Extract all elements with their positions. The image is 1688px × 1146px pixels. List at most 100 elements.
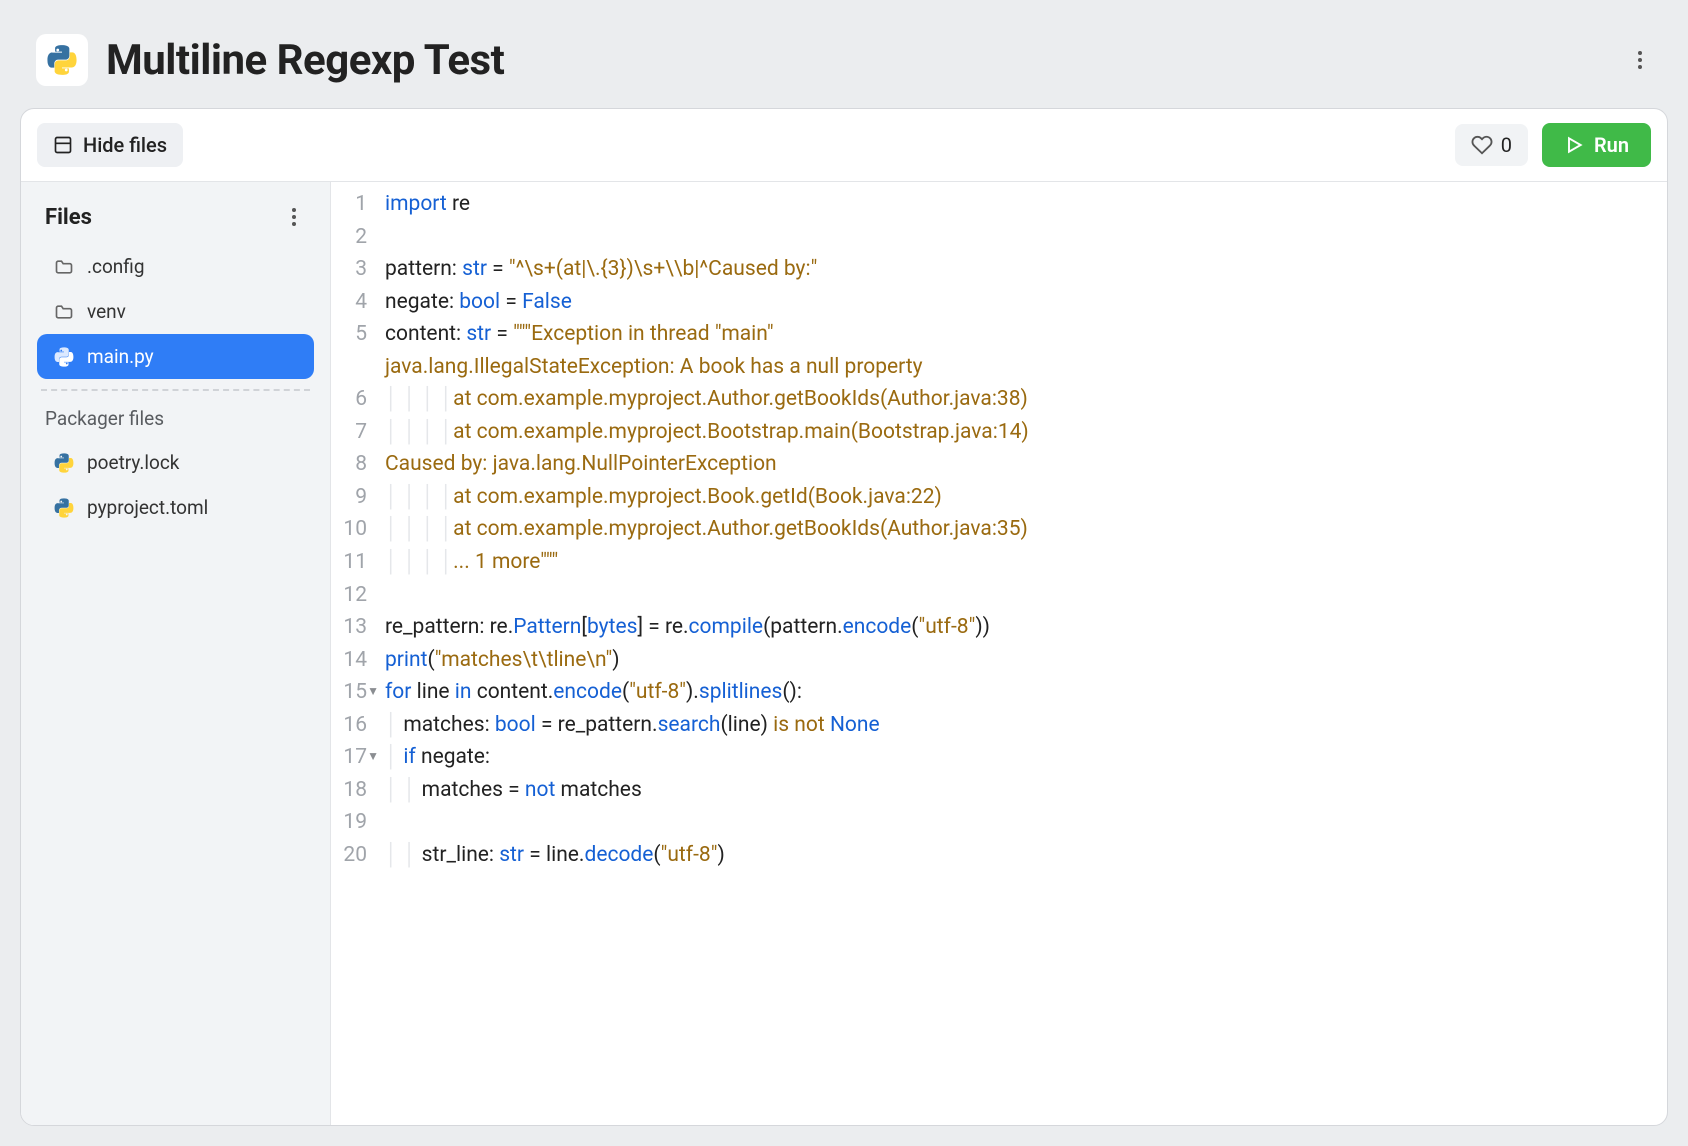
python-icon — [53, 346, 75, 368]
line-number: 17▼ — [331, 741, 377, 774]
hide-files-label: Hide files — [83, 133, 167, 157]
code-line: 3 pattern: str = "^\s+(at|\.{3})\s+\\b|^… — [331, 253, 1667, 286]
code-line: java.lang.IllegalStateException: A book … — [331, 351, 1667, 384]
code-text[interactable]: │ if negate: — [377, 741, 490, 774]
main-split: Files .config venv main.py Packager file… — [21, 181, 1667, 1125]
header: Multiline Regexp Test — [20, 20, 1668, 108]
line-number — [331, 351, 377, 384]
like-count: 0 — [1501, 133, 1512, 157]
page-title: Multiline Regexp Test — [106, 36, 504, 85]
run-button[interactable]: Run — [1542, 123, 1651, 167]
code-line: 7 │ │ │ │at com.example.myproject.Bootst… — [331, 416, 1667, 449]
like-button[interactable]: 0 — [1455, 124, 1528, 166]
code-text[interactable]: │ │ │ │at com.example.myproject.Author.g… — [377, 513, 1028, 546]
code-line: 12 — [331, 579, 1667, 612]
line-number: 18 — [331, 774, 377, 807]
line-number: 12 — [331, 579, 377, 612]
sidebar-toggle-icon — [53, 135, 73, 155]
code-line: 8 Caused by: java.lang.NullPointerExcept… — [331, 448, 1667, 481]
code-text[interactable] — [377, 806, 390, 839]
code-text[interactable] — [377, 579, 390, 612]
code-text[interactable]: re_pattern: re.Pattern[bytes] = re.compi… — [377, 611, 990, 644]
file-name: main.py — [87, 345, 154, 368]
more-menu-button[interactable] — [1628, 45, 1652, 75]
right-actions: 0 Run — [1455, 123, 1651, 167]
fold-icon[interactable]: ▼ — [367, 747, 379, 766]
toolbar: Hide files 0 Run — [21, 109, 1667, 181]
line-number: 11 — [331, 546, 377, 579]
code-text[interactable]: pattern: str = "^\s+(at|\.{3})\s+\\b|^Ca… — [377, 253, 817, 286]
code-text[interactable]: negate: bool = False — [377, 286, 572, 319]
file-list: .config venv main.py — [37, 244, 314, 379]
line-number: 10 — [331, 513, 377, 546]
file-name: .config — [87, 255, 144, 278]
line-number: 19 — [331, 806, 377, 839]
code-text[interactable]: │ │ │ │at com.example.myproject.Bootstra… — [377, 416, 1029, 449]
line-number: 20 — [331, 839, 377, 872]
code-line: 14 print("matches\t\tline\n") — [331, 644, 1667, 677]
header-left: Multiline Regexp Test — [36, 34, 504, 86]
editor-card: Hide files 0 Run — [20, 108, 1668, 1126]
code-text[interactable]: │ │ │ │... 1 more""" — [377, 546, 558, 579]
line-number: 7 — [331, 416, 377, 449]
file-name: venv — [87, 300, 126, 323]
line-number: 3 — [331, 253, 377, 286]
code-text[interactable]: │ │ matches = not matches — [377, 774, 642, 807]
code-text[interactable]: java.lang.IllegalStateException: A book … — [377, 351, 923, 384]
packager-heading: Packager files — [37, 403, 314, 440]
code-text[interactable]: print("matches\t\tline\n") — [377, 644, 620, 677]
code-line: 18 │ │ matches = not matches — [331, 774, 1667, 807]
code-text[interactable]: │ │ │ │at com.example.myproject.Author.g… — [377, 383, 1028, 416]
line-number: 8 — [331, 448, 377, 481]
code-text[interactable]: import re — [377, 188, 470, 221]
file-name: poetry.lock — [87, 451, 179, 474]
code-text[interactable]: content: str = """Exception in thread "m… — [377, 318, 774, 351]
divider — [41, 389, 310, 391]
files-more-button[interactable] — [282, 202, 306, 232]
file-item[interactable]: .config — [37, 244, 314, 289]
files-heading: Files — [45, 205, 92, 230]
packager-list: poetry.lock pyproject.toml — [37, 440, 314, 530]
line-number: 6 — [331, 383, 377, 416]
folder-icon — [53, 257, 75, 277]
line-number: 13 — [331, 611, 377, 644]
code-text[interactable] — [377, 221, 390, 254]
code-line: 1 import re — [331, 188, 1667, 221]
code-line: 15▼ for line in content.encode("utf-8").… — [331, 676, 1667, 709]
code-text[interactable]: │ │ │ │at com.example.myproject.Book.get… — [377, 481, 942, 514]
code-line: 10 │ │ │ │at com.example.myproject.Autho… — [331, 513, 1667, 546]
file-item[interactable]: main.py — [37, 334, 314, 379]
code-text[interactable]: Caused by: java.lang.NullPointerExceptio… — [377, 448, 777, 481]
python-icon — [53, 452, 75, 474]
hide-files-button[interactable]: Hide files — [37, 123, 183, 167]
run-label: Run — [1594, 133, 1629, 157]
line-number: 2 — [331, 221, 377, 254]
code-editor[interactable]: 1 import re 2 3 pattern: str = "^\s+(at|… — [331, 182, 1667, 1125]
code-line: 6 │ │ │ │at com.example.myproject.Author… — [331, 383, 1667, 416]
file-item[interactable]: pyproject.toml — [37, 485, 314, 530]
line-number: 15▼ — [331, 676, 377, 709]
code-line: 19 — [331, 806, 1667, 839]
code-line: 2 — [331, 221, 1667, 254]
line-number: 4 — [331, 286, 377, 319]
code-text[interactable]: │ matches: bool = re_pattern.search(line… — [377, 709, 880, 742]
file-item[interactable]: venv — [37, 289, 314, 334]
code-line: 20 │ │ str_line: str = line.decode("utf-… — [331, 839, 1667, 872]
file-name: pyproject.toml — [87, 496, 208, 519]
fold-icon[interactable]: ▼ — [367, 682, 379, 701]
python-logo-icon — [36, 34, 88, 86]
code-line: 13 re_pattern: re.Pattern[bytes] = re.co… — [331, 611, 1667, 644]
line-number: 1 — [331, 188, 377, 221]
line-number: 5 — [331, 318, 377, 351]
folder-icon — [53, 302, 75, 322]
code-line: 4 negate: bool = False — [331, 286, 1667, 319]
code-line: 5 content: str = """Exception in thread … — [331, 318, 1667, 351]
code-text[interactable]: for line in content.encode("utf-8").spli… — [377, 676, 802, 709]
play-icon — [1564, 135, 1584, 155]
heart-icon — [1471, 134, 1493, 156]
code-line: 9 │ │ │ │at com.example.myproject.Book.g… — [331, 481, 1667, 514]
line-number: 14 — [331, 644, 377, 677]
code-text[interactable]: │ │ str_line: str = line.decode("utf-8") — [377, 839, 725, 872]
code-line: 17▼ │ if negate: — [331, 741, 1667, 774]
file-item[interactable]: poetry.lock — [37, 440, 314, 485]
